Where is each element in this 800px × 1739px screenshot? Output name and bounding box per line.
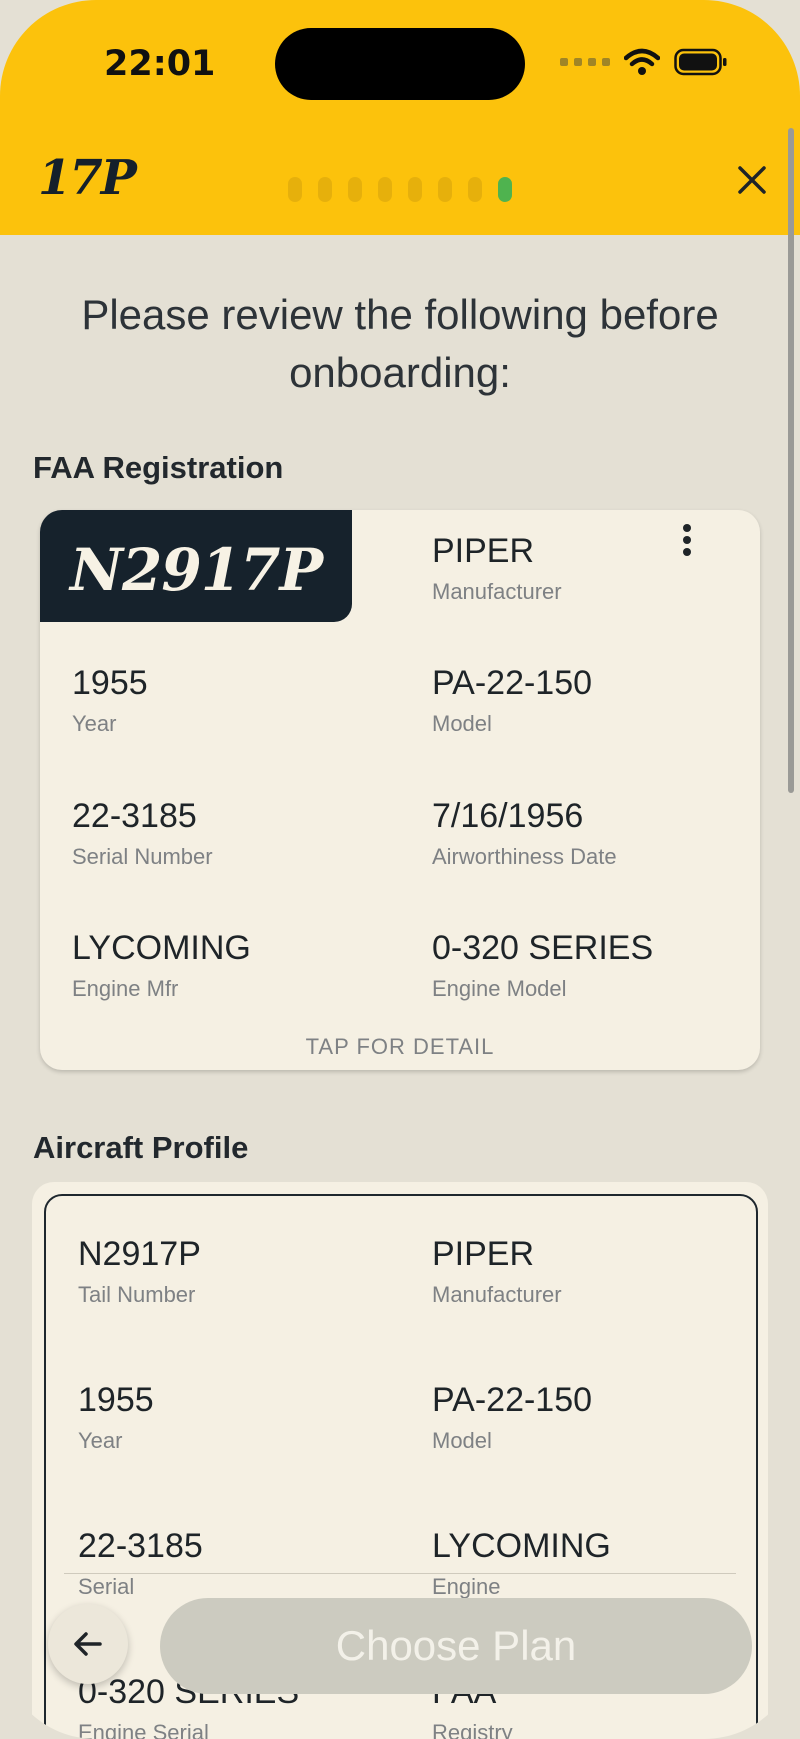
progress-step bbox=[468, 177, 482, 202]
profile-field-model: PA-22-150 Model bbox=[432, 1381, 593, 1453]
wifi-icon bbox=[624, 48, 660, 75]
tap-for-detail-hint[interactable]: TAP FOR DETAIL bbox=[0, 1034, 800, 1060]
choose-plan-button[interactable]: Choose Plan bbox=[160, 1598, 752, 1694]
profile-section-title: Aircraft Profile bbox=[33, 1130, 249, 1165]
more-vertical-icon[interactable] bbox=[681, 524, 693, 560]
cellular-signal-icon bbox=[560, 58, 610, 66]
profile-field-tail-number: N2917P Tail Number bbox=[78, 1235, 201, 1307]
progress-step bbox=[408, 177, 422, 202]
footer-divider bbox=[64, 1573, 736, 1574]
profile-field-serial: 22-3185 Serial bbox=[78, 1527, 203, 1599]
close-icon[interactable] bbox=[734, 162, 770, 198]
status-icons bbox=[560, 48, 728, 76]
back-button[interactable] bbox=[48, 1604, 128, 1684]
battery-icon bbox=[674, 48, 727, 76]
faa-field-airworthiness-date: 7/16/1956 Airworthiness Date bbox=[432, 797, 617, 869]
dynamic-island bbox=[275, 28, 525, 100]
faa-field-year: 1955 Year bbox=[72, 664, 148, 736]
profile-field-manufacturer: PIPER Manufacturer bbox=[432, 1235, 562, 1307]
page-heading: Please review the following before onboa… bbox=[81, 291, 719, 396]
progress-step bbox=[348, 177, 362, 202]
app-logo: 17P bbox=[38, 150, 137, 206]
faa-field-serial-number: 22-3185 Serial Number bbox=[72, 797, 213, 869]
progress-step bbox=[288, 177, 302, 202]
tail-number-badge: N2917P bbox=[40, 510, 352, 622]
tail-number: N2917P bbox=[70, 536, 323, 604]
header-bar: 22:01 17P bbox=[0, 0, 800, 235]
profile-field-engine: LYCOMING Engine bbox=[432, 1527, 611, 1599]
app-screen: 22:01 17P Please review the following be… bbox=[0, 0, 800, 1739]
progress-step-active bbox=[498, 177, 512, 202]
profile-field-year: 1955 Year bbox=[78, 1381, 154, 1453]
faa-field-model: PA-22-150 Model bbox=[432, 664, 593, 736]
faa-field-manufacturer: PIPER Manufacturer bbox=[432, 532, 562, 604]
arrow-left-icon bbox=[74, 1632, 102, 1656]
faa-field-engine-mfr: LYCOMING Engine Mfr bbox=[72, 929, 251, 1001]
faa-field-engine-model: 0-320 SERIES Engine Model bbox=[432, 929, 654, 1001]
scrollbar[interactable] bbox=[788, 128, 794, 793]
progress-step bbox=[438, 177, 452, 202]
status-time: 22:01 bbox=[104, 44, 216, 84]
onboarding-progress bbox=[288, 177, 512, 202]
faa-section-title: FAA Registration bbox=[33, 450, 284, 485]
progress-step bbox=[378, 177, 392, 202]
progress-step bbox=[318, 177, 332, 202]
